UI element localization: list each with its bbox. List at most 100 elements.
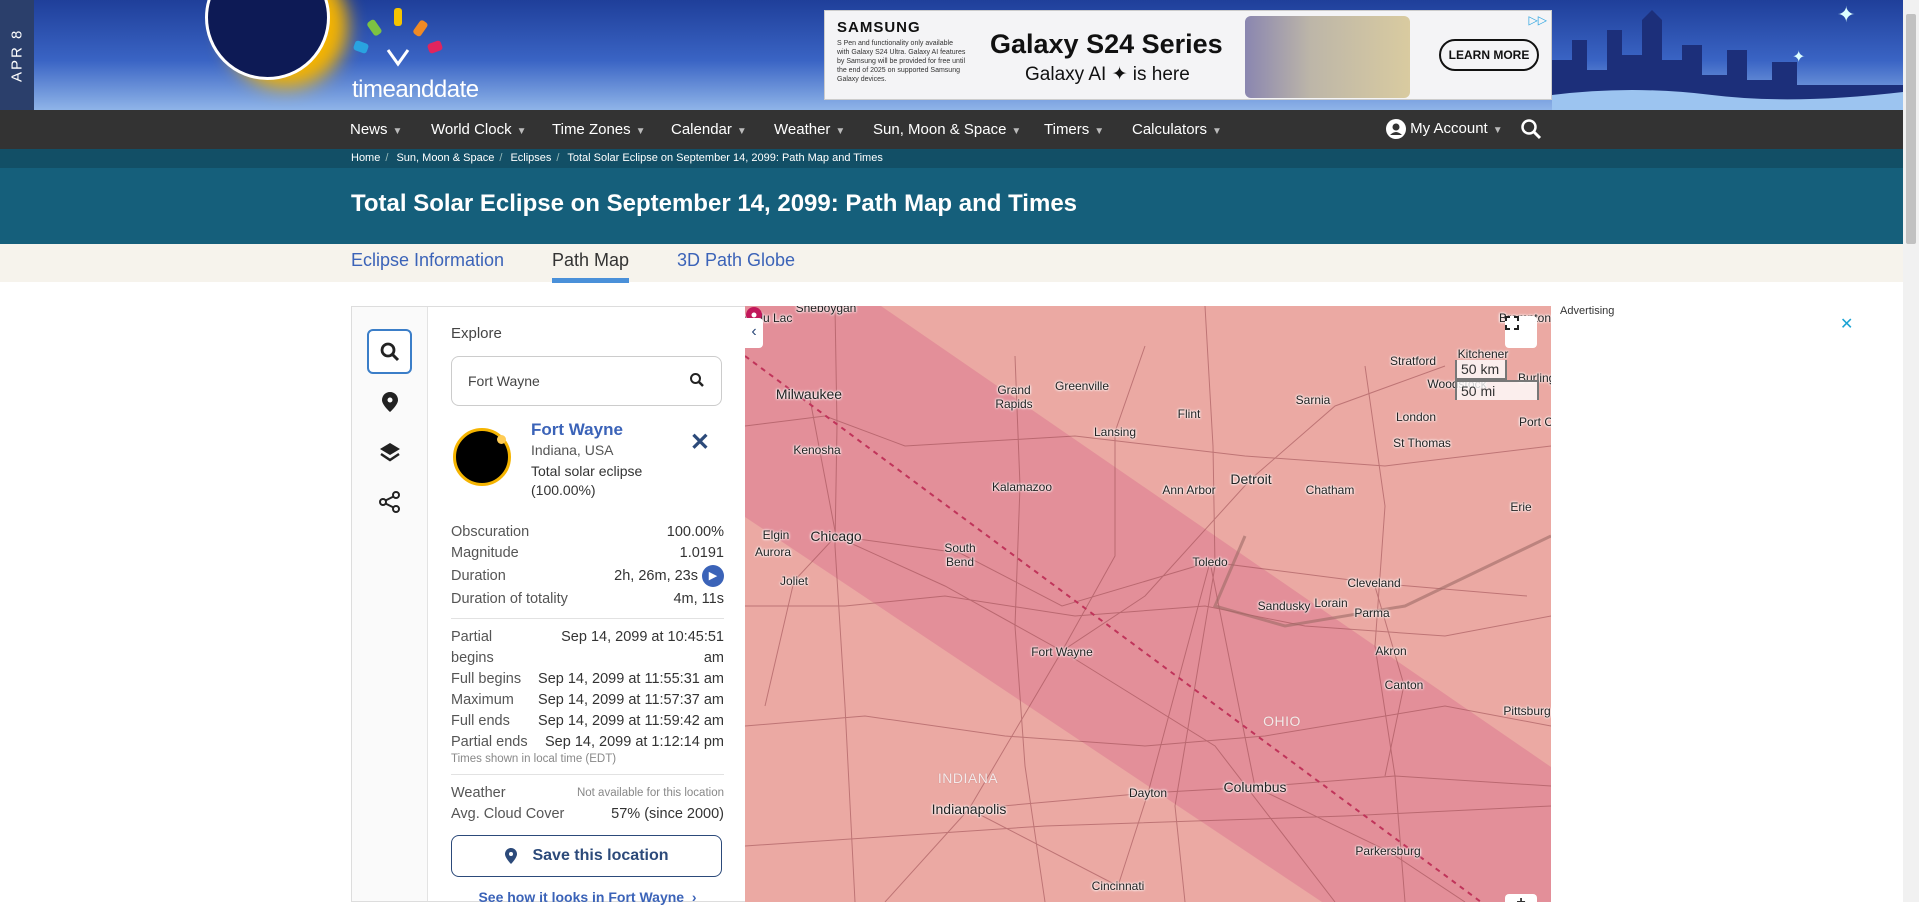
nav-my-account[interactable]: My Account ▼ <box>1386 119 1503 139</box>
collapse-panel-button[interactable]: ‹ <box>745 318 763 348</box>
fullscreen-button[interactable] <box>1505 316 1537 348</box>
zoom-in-button[interactable]: + <box>1505 894 1537 902</box>
account-icon <box>1386 119 1406 139</box>
nav-calendar[interactable]: Calendar ▼ <box>671 121 747 138</box>
search-value: Fort Wayne <box>468 373 540 389</box>
nav-sun-moon-space[interactable]: Sun, Moon & Space ▼ <box>873 121 1021 138</box>
page-scrollbar[interactable] <box>1903 0 1919 902</box>
scrollbar-thumb[interactable] <box>1906 14 1916 244</box>
play-animation-icon[interactable]: ▶ <box>702 565 724 588</box>
svg-text:✦: ✦ <box>1837 2 1855 27</box>
city-label: Kenosha <box>793 443 841 457</box>
search-icon[interactable] <box>689 372 705 388</box>
city-label: Lorain <box>1314 596 1348 610</box>
time-row: Partial ends Sep 14, 2099 at 1:12:14 pm <box>451 732 724 753</box>
eclipse-graphic <box>205 0 330 80</box>
city-label: Chicago <box>810 528 862 544</box>
city-label: Ann Arbor <box>1162 483 1216 497</box>
city-label: Fort Wayne <box>1031 645 1093 659</box>
main-nav: News ▼ World Clock ▼ Time Zones ▼ Calendar ▼… <box>0 110 1903 149</box>
stat-row: Duration 2h, 26m, 23s ▶ <box>451 564 724 589</box>
nav-label: Calendar <box>671 121 732 138</box>
chevron-down-icon: ▼ <box>635 126 646 137</box>
nav-search-button[interactable] <box>1520 118 1542 144</box>
fullscreen-icon <box>1505 316 1519 330</box>
banner-ad[interactable]: SAMSUNG S Pen and functionality only ava… <box>824 10 1552 100</box>
cloud-label: Avg. Cloud Cover <box>451 806 565 822</box>
city-label: Pittsburg <box>1503 704 1551 718</box>
ad-phone-image <box>1245 16 1410 98</box>
divider <box>451 618 724 619</box>
breadcrumb-eclipses[interactable]: Eclipses <box>510 152 551 164</box>
share-tool-button[interactable] <box>367 479 412 524</box>
city-label: Joliet <box>779 574 809 588</box>
time-value: Sep 14, 2099 at 10:45:51 am <box>561 629 724 666</box>
map-pin-icon <box>381 391 398 412</box>
city-label: London <box>1395 410 1437 424</box>
nav-world-clock[interactable]: World Clock ▼ <box>431 121 526 138</box>
total-eclipse-icon <box>453 428 511 486</box>
weather-label: Weather <box>451 785 506 801</box>
stat-label: Magnitude <box>451 545 519 561</box>
chevron-right-icon: › <box>687 889 697 905</box>
locations-tool-button[interactable] <box>367 379 412 424</box>
city-label: Parkersburg <box>1355 844 1421 858</box>
layers-icon <box>379 442 400 462</box>
chevron-down-icon: ▼ <box>516 126 527 137</box>
logo-wordmark: timeanddate <box>352 76 479 103</box>
breadcrumb: Home / Sun, Moon & Space / Eclipses / Total… <box>0 149 1903 168</box>
close-ad-icon[interactable]: ✕ <box>1840 314 1853 334</box>
nav-calculators[interactable]: Calculators ▼ <box>1132 121 1222 138</box>
stat-row: Duration of totality 4m, 11s <box>451 589 724 610</box>
nav-news[interactable]: News ▼ <box>350 121 402 138</box>
location-region: Indiana, USA <box>531 442 614 458</box>
search-icon <box>1521 119 1542 140</box>
city-label: Cleveland <box>1347 576 1401 590</box>
nav-timers[interactable]: Timers ▼ <box>1044 121 1104 138</box>
site-logo[interactable]: timeanddate <box>350 8 510 103</box>
map-canvas[interactable] <box>745 306 1551 902</box>
cloud-row: Avg. Cloud Cover 57% (since 2000) <box>451 804 724 825</box>
nav-time-zones[interactable]: Time Zones ▼ <box>552 121 646 138</box>
close-icon[interactable]: ✕ <box>690 428 710 457</box>
time-row: Maximum Sep 14, 2099 at 11:57:37 am <box>451 690 724 711</box>
breadcrumb-sun-moon[interactable]: Sun, Moon & Space <box>396 152 494 164</box>
tab-path-map[interactable]: Path Map <box>552 250 630 283</box>
eclipse-path-map[interactable]: Sheboygan Fond du Lac Milwaukee Grand Ra… <box>745 306 1551 902</box>
divider <box>451 774 724 775</box>
nav-label: Sun, Moon & Space <box>873 121 1007 138</box>
city-label: Akron <box>1375 644 1407 658</box>
see-how-link[interactable]: See how it looks in Fort Wayne › <box>451 889 724 905</box>
city-label: Greenville <box>1054 379 1110 393</box>
explore-heading: Explore <box>451 325 502 342</box>
ad-learn-more-button[interactable]: LEARN MORE <box>1439 39 1539 71</box>
tab-eclipse-information[interactable]: Eclipse Information <box>351 250 504 278</box>
location-name[interactable]: Fort Wayne <box>531 420 623 440</box>
city-label: Grand Rapids <box>995 383 1033 411</box>
time-row: Full ends Sep 14, 2099 at 11:59:42 am <box>451 711 724 732</box>
city-label: Dayton <box>1128 786 1168 800</box>
city-label: Milwaukee <box>775 386 843 402</box>
city-label: Flint <box>1177 407 1201 421</box>
city-label: Elgin <box>762 528 790 542</box>
panel-tool-column <box>352 307 428 901</box>
location-search-input[interactable]: Fort Wayne <box>451 356 722 406</box>
nav-weather[interactable]: Weather ▼ <box>774 121 845 138</box>
layers-tool-button[interactable] <box>367 429 412 474</box>
breadcrumb-current: Total Solar Eclipse on September 14, 209… <box>567 152 883 164</box>
stat-row: Magnitude 1.0191 <box>451 543 724 564</box>
explore-tool-button[interactable] <box>367 329 412 374</box>
skyline-graphic: ✦ ✦ <box>1552 2 1903 110</box>
time-value: Sep 14, 2099 at 1:12:14 pm <box>545 734 724 750</box>
time-label: Partial begins <box>451 629 494 666</box>
date-tab[interactable]: APR 8 <box>0 0 34 110</box>
stat-label: Duration of totality <box>451 591 568 607</box>
breadcrumb-home[interactable]: Home <box>351 152 380 164</box>
chevron-down-icon: ▼ <box>1011 126 1022 137</box>
time-value: Sep 14, 2099 at 11:59:42 am <box>538 713 724 729</box>
weather-value: Not available for this location <box>576 787 724 799</box>
save-location-button[interactable]: Save this location <box>451 835 722 877</box>
adchoices-icon[interactable]: ▷▷ <box>1529 13 1547 27</box>
city-label: St Thomas <box>1393 436 1451 450</box>
tab-3d-path-globe[interactable]: 3D Path Globe <box>677 250 795 278</box>
